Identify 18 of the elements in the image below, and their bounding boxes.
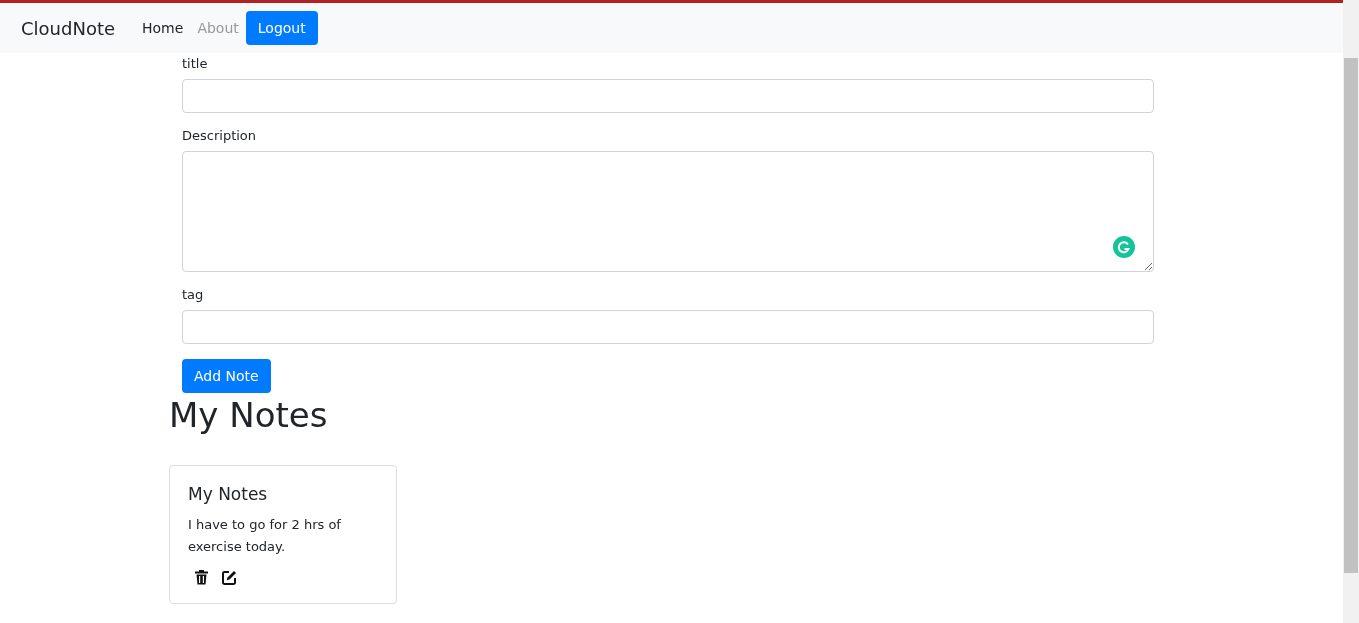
description-field[interactable] xyxy=(182,151,1154,272)
field-label: Description xyxy=(182,128,258,143)
section-heading: My Notes xyxy=(169,395,329,435)
logout-button[interactable]: Logout xyxy=(245,11,318,45)
input-field[interactable] xyxy=(182,79,1154,113)
add-note-button[interactable]: Add Note xyxy=(182,359,271,393)
scrollbar[interactable] xyxy=(1343,0,1359,623)
trash-icon[interactable] xyxy=(195,570,208,585)
brand-link[interactable]: CloudNote xyxy=(21,17,116,39)
field-label: title xyxy=(182,56,209,71)
grammar-icon[interactable] xyxy=(1113,236,1135,258)
nav-link[interactable]: Home xyxy=(135,20,191,36)
nav-link[interactable]: About xyxy=(190,20,246,36)
edit-icon[interactable] xyxy=(222,570,237,585)
note-title: My Notes xyxy=(188,484,269,504)
note-description: I have to go for 2 hrs of exercise today. xyxy=(188,516,342,556)
input-field[interactable] xyxy=(182,310,1154,344)
field-label: tag xyxy=(182,287,205,302)
